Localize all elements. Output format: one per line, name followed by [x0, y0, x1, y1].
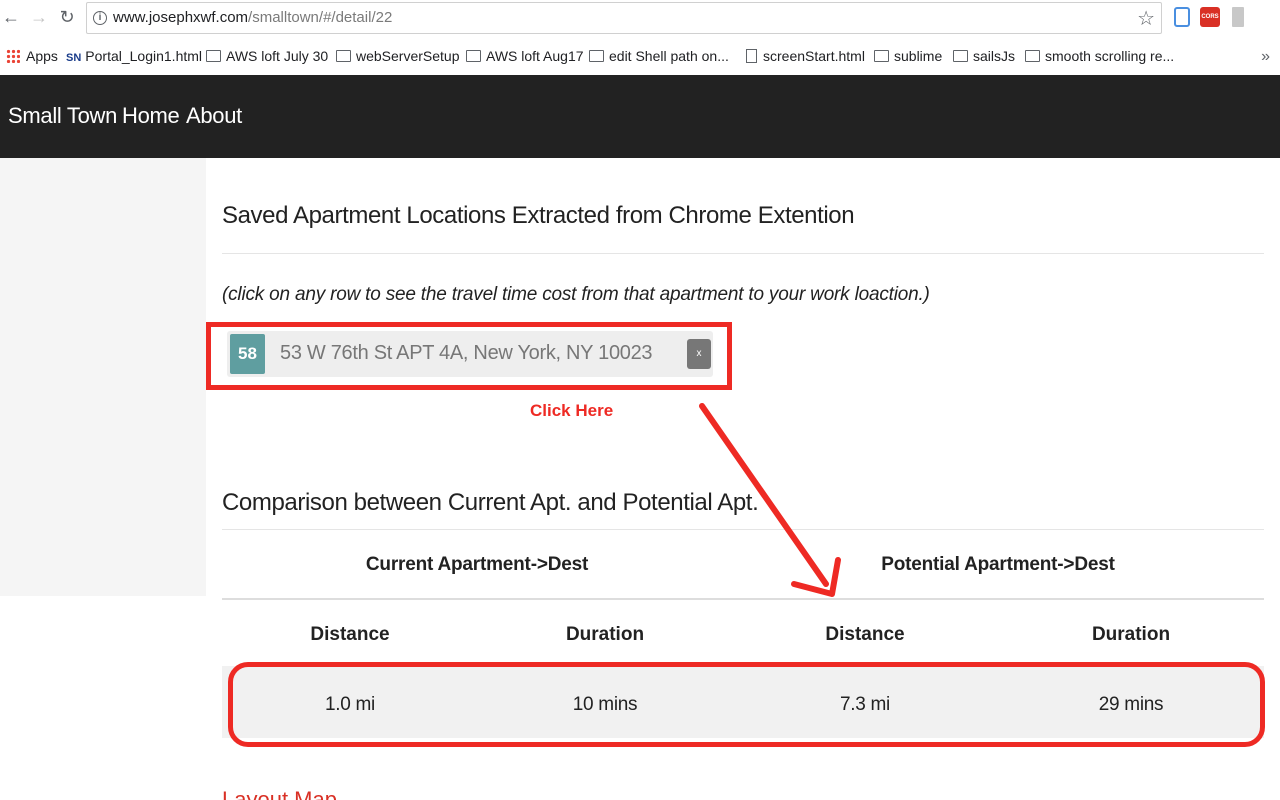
address-bar[interactable]: i www.josephxwf.com/smalltown/#/detail/2… [86, 2, 1162, 34]
sidebar [0, 158, 206, 596]
nav-about-link[interactable]: About [186, 103, 242, 129]
column-header-distance: Distance [825, 624, 905, 645]
bookmark-label: screenStart.html [763, 48, 865, 64]
url-host: www.josephxwf.com [113, 9, 249, 26]
bookmark-label: sailsJs [973, 48, 1016, 64]
column-header-duration: Duration [1091, 624, 1171, 645]
divider [222, 529, 1264, 530]
forward-icon[interactable]: → [28, 6, 50, 28]
folder-icon [206, 50, 221, 62]
brand-link[interactable]: Small Town [8, 103, 117, 129]
folder-icon [1025, 50, 1040, 62]
bookmark-apps[interactable]: Apps [6, 46, 58, 66]
back-icon[interactable]: ← [0, 6, 22, 28]
page-icon [746, 49, 757, 63]
portal-icon: SN [66, 52, 82, 64]
cors-extension-icon[interactable]: CORS [1200, 7, 1220, 27]
divider [222, 253, 1264, 254]
folder-icon [336, 50, 351, 62]
instruction-text: (click on any row to see the travel time… [222, 284, 930, 305]
bookmark-label: sublime [894, 48, 943, 64]
url-text[interactable]: www.josephxwf.com/smalltown/#/detail/22 [113, 9, 392, 26]
bookmark-star-icon[interactable]: ☆ [1137, 6, 1155, 31]
bookmark-label: AWS loft Aug17 [486, 48, 584, 64]
table-header-divider [222, 598, 1264, 600]
column-header-distance: Distance [310, 624, 390, 645]
file-extension-icon[interactable] [1232, 7, 1244, 27]
apps-grid-icon [6, 49, 20, 63]
potential-apartment-group-header: Potential Apartment->Dest [881, 554, 1115, 575]
folder-icon [874, 50, 889, 62]
info-icon[interactable]: i [93, 11, 107, 25]
saved-locations-heading: Saved Apartment Locations Extracted from… [222, 202, 855, 229]
bookmark-folder[interactable]: AWS loft Aug17 [466, 46, 584, 66]
bookmark-label: AWS loft July 30 [226, 48, 329, 64]
bookmark-label: webServerSetup [356, 48, 460, 64]
bookmark-folder[interactable]: edit Shell path on... [589, 46, 729, 66]
bookmark-folder[interactable]: smooth scrolling re... [1025, 46, 1174, 66]
extension-icon[interactable] [1174, 7, 1190, 27]
bookmark-label: Apps [26, 48, 58, 64]
bookmark-folder[interactable]: sailsJs [953, 46, 1015, 66]
bookmark-label: Portal_Login1.html [85, 48, 203, 64]
url-path: /smalltown/#/detail/22 [248, 9, 393, 26]
reload-icon[interactable]: ↻ [56, 6, 78, 28]
app-navbar: Small Town Home About [0, 75, 1280, 158]
bookmark-folder[interactable]: AWS loft July 30 [206, 46, 328, 66]
bookmark-folder[interactable]: webServerSetup [336, 46, 460, 66]
folder-icon [953, 50, 968, 62]
folder-icon [589, 50, 604, 62]
bookmark-page[interactable]: screenStart.html [746, 46, 865, 66]
annotation-click-here-label: Click Here [530, 401, 614, 420]
layout-map-heading: Layout Map [222, 788, 337, 800]
bookmark-portal[interactable]: SN Portal_Login1.html [66, 46, 202, 66]
column-header-duration: Duration [565, 624, 645, 645]
folder-icon [466, 50, 481, 62]
annotation-highlight-box [206, 322, 732, 390]
bookmark-label: smooth scrolling re... [1045, 48, 1175, 64]
comparison-heading: Comparison between Current Apt. and Pote… [222, 489, 759, 516]
annotation-result-highlight [228, 662, 1265, 747]
bookmarks-overflow-icon[interactable]: » [1261, 48, 1270, 66]
bookmark-label: edit Shell path on... [609, 48, 729, 64]
bookmark-folder[interactable]: sublime [874, 46, 942, 66]
bookmarks-bar: Apps SN Portal_Login1.html AWS loft July … [0, 40, 1280, 72]
browser-toolbar: ← → ↻ i www.josephxwf.com/smalltown/#/de… [0, 0, 1280, 36]
current-apartment-group-header: Current Apartment->Dest [365, 554, 589, 575]
nav-home-link[interactable]: Home [122, 103, 180, 129]
